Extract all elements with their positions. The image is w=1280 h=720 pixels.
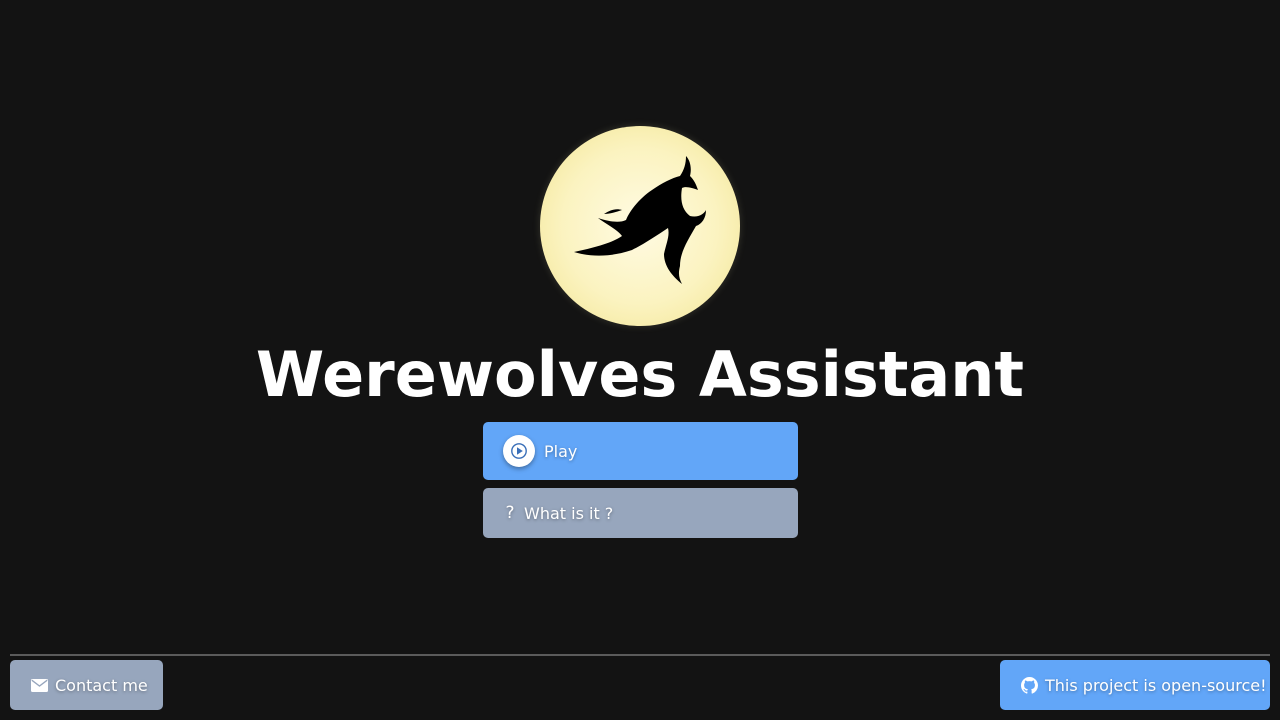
question-icon: ? [505,503,515,523]
github-icon [1020,676,1038,694]
contact-button[interactable]: Contact me [10,660,163,710]
play-button-label: Play [544,441,578,461]
howling-wolf-icon [574,156,706,284]
play-button[interactable]: Play [483,422,798,480]
envelope-icon [30,676,48,694]
github-button[interactable]: This project is open-source! [1000,660,1270,710]
werewolf-moon-logo [540,126,740,326]
footer-divider [10,654,1270,656]
page-title: Werewolves Assistant [255,338,1025,411]
what-is-it-button[interactable]: ? What is it ? [483,488,798,538]
play-circle-icon [503,435,535,467]
github-label: This project is open-source! [1045,675,1267,695]
contact-label: Contact me [55,675,148,695]
home-page: Werewolves Assistant Play ? What is it ?… [0,0,1280,720]
what-is-it-label: What is it ? [524,503,614,523]
